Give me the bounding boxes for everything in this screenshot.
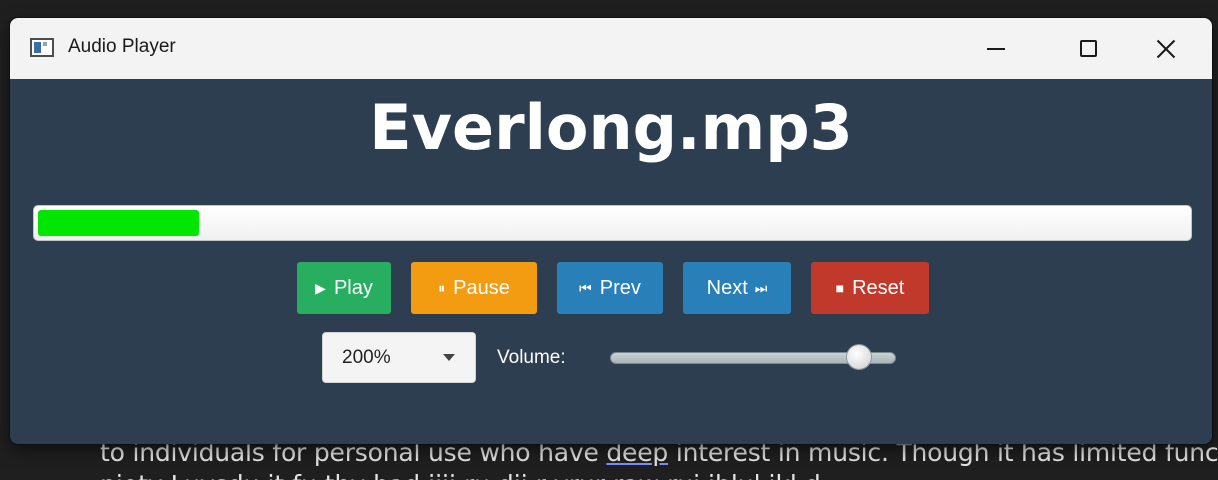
title-bar[interactable]: Audio Player (10, 18, 1212, 79)
player-content: Everlong.mp3 ▶ Play ⏸ Pause ⏮ Prev Next … (10, 79, 1212, 444)
volume-slider-thumb[interactable] (846, 345, 871, 369)
volume-label: Volume: (497, 347, 566, 368)
play-button[interactable]: ▶ Play (297, 262, 391, 314)
chevron-down-icon (443, 354, 455, 361)
skip-forward-icon: ⏭ (754, 279, 768, 296)
pause-icon: ⏸ (438, 279, 446, 296)
audio-player-window: Audio Player Everlong.mp3 ▶ Play ⏸ Pause (10, 18, 1212, 444)
track-title: Everlong.mp3 (369, 91, 853, 164)
prev-label: Prev (599, 276, 641, 299)
stop-icon: ■ (835, 280, 845, 296)
app-window-icon (30, 38, 54, 57)
next-button[interactable]: Next ⏭ (683, 262, 791, 314)
background-page-text-cut-off: nioty Luvsdu it fu thy bad iiii ru dii r… (100, 470, 821, 480)
close-button[interactable] (1120, 18, 1212, 79)
play-label: Play (333, 276, 373, 299)
pause-button[interactable]: ⏸ Pause (411, 262, 537, 314)
reset-label: Reset (852, 276, 905, 299)
playback-speed-dropdown[interactable]: 200% (322, 332, 476, 383)
maximize-icon (1079, 40, 1097, 57)
playback-progress-bar[interactable] (33, 205, 1192, 241)
window-title: Audio Player (68, 36, 176, 57)
pause-label: Pause (453, 276, 510, 299)
prev-button[interactable]: ⏮ Prev (557, 262, 663, 314)
close-icon (1155, 38, 1177, 60)
progress-fill (38, 210, 199, 236)
transport-controls: ▶ Play ⏸ Pause ⏮ Prev Next ⏭ ■ Reset (10, 262, 1212, 314)
minimize-icon (987, 47, 1005, 50)
next-label: Next (706, 276, 748, 299)
skip-back-icon: ⏮ (579, 279, 592, 296)
volume-slider[interactable] (610, 345, 896, 369)
play-icon: ▶ (315, 279, 326, 296)
settings-row: 200% Volume: (10, 332, 1212, 384)
reset-button[interactable]: ■ Reset (811, 262, 929, 314)
playback-speed-value: 200% (342, 347, 391, 368)
minimize-button[interactable] (950, 18, 1042, 79)
